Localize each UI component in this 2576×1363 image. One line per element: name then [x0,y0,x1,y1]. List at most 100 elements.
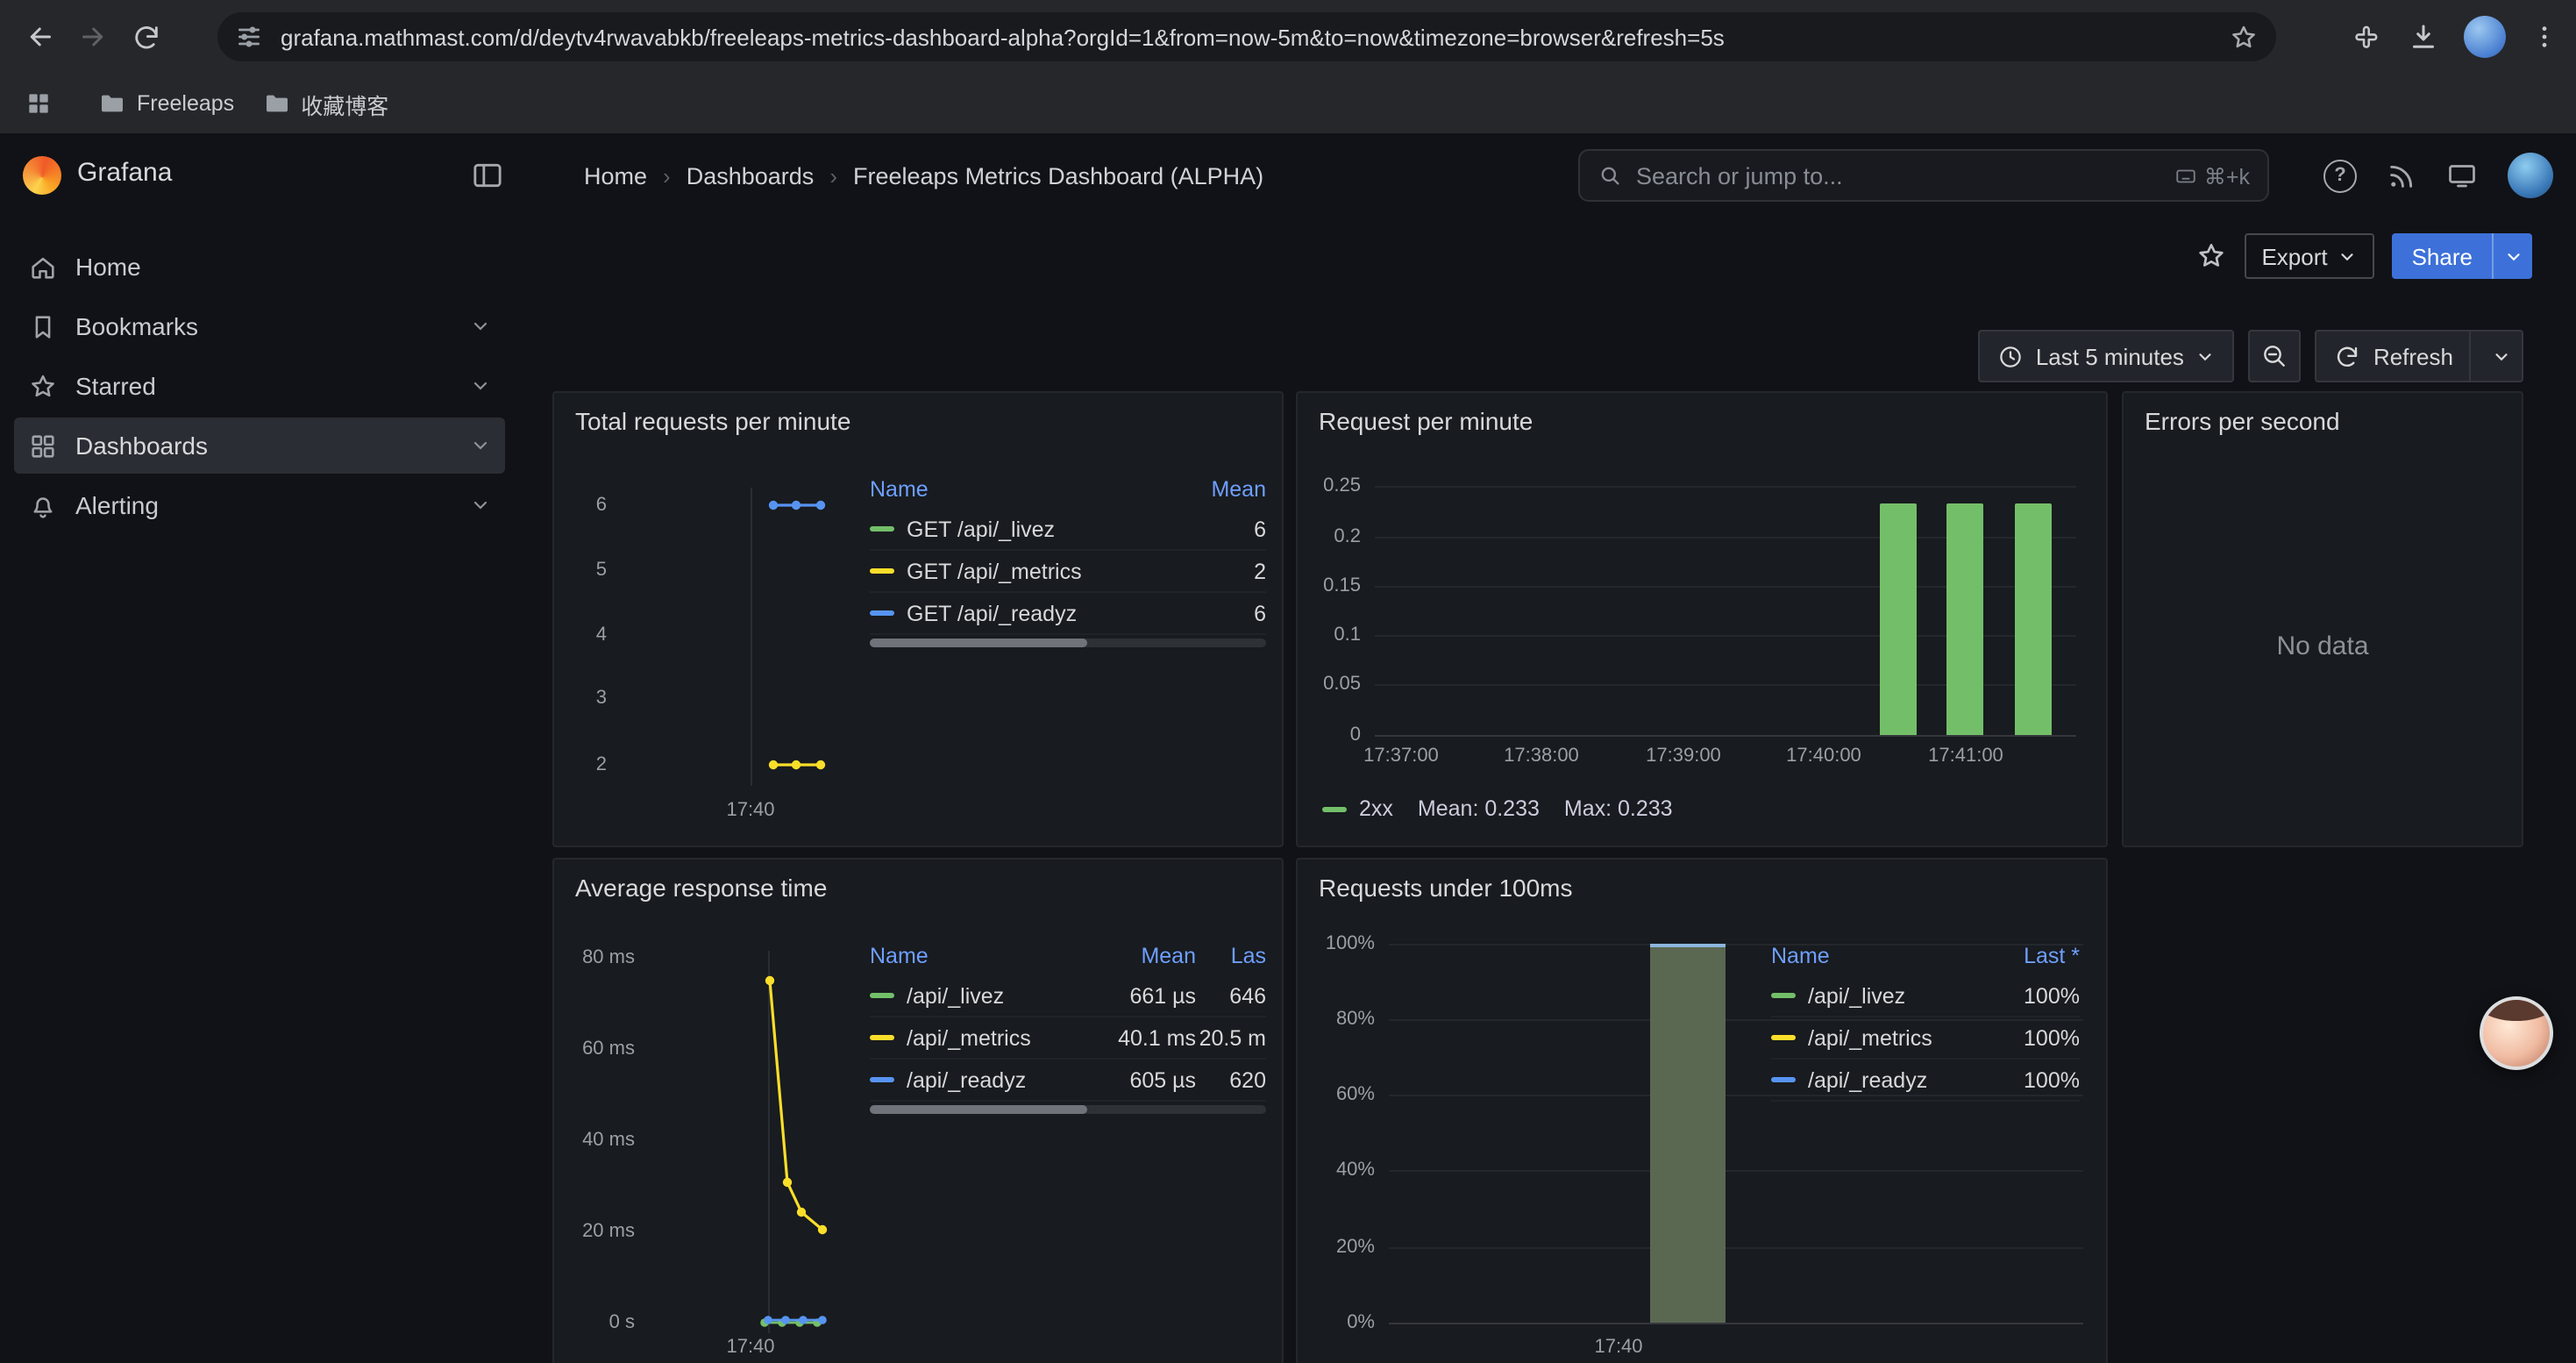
sidebar-toggle-button[interactable] [470,158,505,193]
series-name[interactable]: /api/_metrics [907,1025,1098,1050]
bar-2xx[interactable] [2015,503,2052,735]
breadcrumb-dashboards[interactable]: Dashboards [687,162,815,189]
zoom-out-button[interactable] [2249,330,2302,382]
series-name: 2xx [1359,796,1393,821]
refresh-label: Refresh [2373,343,2453,369]
grafana-user-avatar[interactable] [2508,153,2553,198]
series-name[interactable]: /api/_livez [907,983,1098,1008]
timeseries-chart[interactable] [614,481,859,796]
browser-menu-icon[interactable] [2530,23,2558,51]
series-name[interactable]: /api/_readyz [907,1067,1098,1092]
sidebar-item-alerting[interactable]: Alerting [14,477,505,533]
brand-title: Grafana [77,158,172,188]
y-axis-label: 0.25 [1308,475,1361,496]
refresh-button[interactable]: Refresh [2316,330,2523,382]
legend-mean: Mean: 0.233 [1418,796,1540,821]
bar-percent-under-100ms[interactable] [1650,944,1726,1323]
legend-row: GET /api/_readyz 6 [870,593,1266,635]
chevron-down-icon[interactable] [470,495,491,516]
bookmark-item-blogs[interactable]: 收藏博客 [248,82,402,125]
rss-icon[interactable] [2387,161,2416,190]
sidebar-item-label: Alerting [75,491,159,519]
legend-col-last[interactable]: Last * [1992,944,2080,968]
series-name[interactable]: GET /api/_readyz [907,601,1189,625]
legend-series[interactable]: 2xx [1322,796,1393,821]
legend-col-name[interactable]: Name [870,477,1189,502]
panel-total-requests-per-minute: Total requests per minute 6 5 4 3 2 17:4… [552,391,1284,847]
series-name[interactable]: GET /api/_metrics [907,559,1189,583]
bar-2xx[interactable] [1880,503,1917,735]
y-axis-label: 20% [1312,1237,1375,1258]
legend-col-last[interactable]: Las [1196,944,1266,968]
panel-title[interactable]: Total requests per minute [554,393,1282,442]
url-bar[interactable]: grafana.mathmast.com/d/deytv4rwavabkb/fr… [217,12,2276,61]
sidebar-item-dashboards[interactable]: Dashboards [14,417,505,474]
y-axis-label: 5 [561,560,607,581]
series-last-value: 100% [1992,1025,2080,1050]
help-icon[interactable]: ? [2323,159,2357,192]
time-range-picker[interactable]: Last 5 minutes [1978,330,2235,382]
monitor-icon[interactable] [2446,160,2478,191]
floating-assistant-avatar[interactable] [2480,996,2553,1070]
downloads-icon[interactable] [2408,21,2439,53]
share-button[interactable]: Share [2393,233,2532,279]
sidebar-item-bookmarks[interactable]: Bookmarks [14,298,505,354]
panel-title[interactable]: Request per minute [1298,393,2106,442]
breadcrumb-current-page: Freeleaps Metrics Dashboard (ALPHA) [853,162,1263,189]
scrollbar-thumb[interactable] [870,1105,1088,1114]
legend-scrollbar[interactable] [870,639,1266,647]
reload-icon [131,22,160,52]
y-axis-label: 6 [561,495,607,516]
reload-button[interactable] [119,11,172,63]
share-label: Share [2393,243,2492,269]
back-button[interactable] [14,11,67,63]
favorite-star-icon[interactable] [2195,240,2226,272]
timeseries-chart[interactable] [642,947,870,1351]
forward-button[interactable] [67,11,119,63]
extensions-icon[interactable] [2353,22,2383,52]
legend-col-name[interactable]: Name [1771,944,1992,968]
bookmark-label: 收藏博客 [301,87,388,120]
legend-row: /api/_livez 100% [1771,975,2080,1017]
legend-col-name[interactable]: Name [870,944,1098,968]
legend-max: Max: 0.233 [1564,796,1673,821]
legend-table: Name Mean Las /api/_livez 661 µs 646 /ap… [870,937,1266,1102]
sidebar-item-label: Bookmarks [75,312,198,340]
panel-title[interactable]: Errors per second [2124,393,2522,442]
legend-col-mean[interactable]: Mean [1189,477,1266,502]
grafana-logo-icon[interactable] [23,156,61,195]
bookmark-item-freeleaps[interactable]: Freeleaps [84,82,248,125]
y-axis-label: 80 ms [561,947,635,968]
series-name[interactable]: /api/_metrics [1808,1025,1992,1050]
scrollbar-thumb[interactable] [870,639,1088,647]
series-name[interactable]: /api/_livez [1808,983,1992,1008]
share-menu-chevron[interactable] [2494,246,2532,266]
series-name[interactable]: /api/_readyz [1808,1067,1992,1092]
bookmark-icon [28,311,58,341]
legend-col-mean[interactable]: Mean [1098,944,1196,968]
panel-title[interactable]: Average response time [554,860,1282,909]
breadcrumb-home[interactable]: Home [584,162,647,189]
apps-grid-icon[interactable] [25,89,53,118]
sidebar-item-starred[interactable]: Starred [14,358,505,414]
panel-title[interactable]: Requests under 100ms [1298,860,2106,909]
refresh-interval-chevron[interactable] [2480,346,2522,366]
series-name[interactable]: GET /api/_livez [907,517,1189,541]
panel-legend: 2xx Mean: 0.233 Max: 0.233 [1322,796,1673,821]
bell-icon [28,490,58,520]
chevron-down-icon[interactable] [470,435,491,456]
series-last-value: 620 [1196,1067,1266,1092]
star-icon [28,371,58,401]
chevron-down-icon[interactable] [470,375,491,396]
url-text[interactable]: grafana.mathmast.com/d/deytv4rwavabkb/fr… [281,24,2229,50]
legend-scrollbar[interactable] [870,1105,1266,1114]
browser-profile-avatar[interactable] [2464,16,2506,58]
bookmark-star-icon[interactable] [2229,22,2259,52]
refresh-icon [2335,343,2361,369]
bar-2xx[interactable] [1946,503,1983,735]
export-button[interactable]: Export [2244,233,2374,279]
chevron-down-icon[interactable] [470,316,491,337]
search-input[interactable]: Search or jump to... ⌘+k [1578,149,2269,202]
sidebar-item-home[interactable]: Home [14,239,505,295]
tune-icon[interactable] [235,23,263,51]
